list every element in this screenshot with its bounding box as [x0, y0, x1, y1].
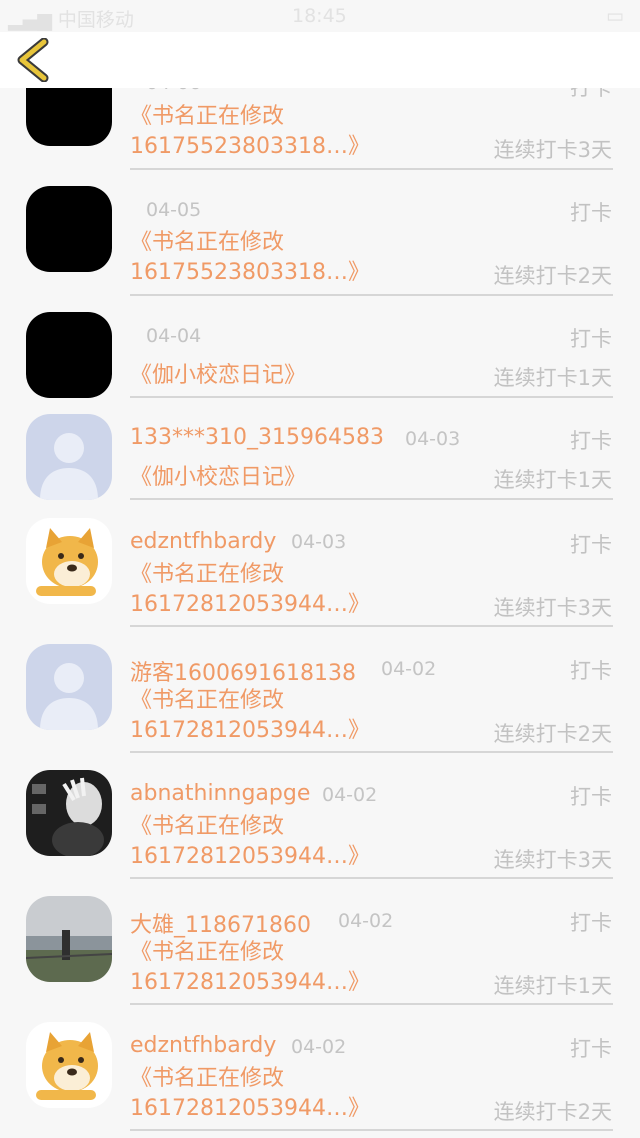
checkin-list: 04-06 打卡 《书名正在修改1617552380331​8…》 连续打卡3天…	[0, 0, 640, 1138]
streak-text: 连续打卡3天	[493, 848, 612, 872]
divider	[130, 168, 613, 170]
back-button[interactable]	[14, 37, 54, 83]
avatar[interactable]	[26, 644, 112, 730]
default-avatar-icon	[40, 663, 98, 730]
avatar[interactable]	[26, 770, 112, 856]
checkin-label: 打卡	[570, 533, 612, 557]
checkin-label: 打卡	[570, 429, 612, 453]
checkin-label: 打卡	[570, 911, 612, 935]
clock: 18:45	[292, 5, 347, 27]
streak-text: 连续打卡1天	[493, 468, 612, 492]
chevron-left-icon	[17, 37, 49, 83]
nav-bar	[0, 32, 640, 88]
streak-text: 连续打卡2天	[493, 1100, 612, 1124]
user-name[interactable]: edzntfhbardy	[130, 1033, 276, 1058]
divider	[130, 751, 613, 753]
streak-text: 连续打卡1天	[493, 366, 612, 390]
avatar[interactable]	[26, 186, 112, 272]
status-bar: ▂▄▆ 中国移动 18:45 ▭	[0, 0, 640, 32]
date: 04-05	[146, 199, 202, 221]
book-title[interactable]: 《伽小校恋日记》	[130, 361, 306, 391]
user-name[interactable]: edzntfhbardy	[130, 529, 276, 554]
date: 04-02	[291, 1036, 347, 1058]
date: 04-03	[291, 531, 347, 553]
divider	[130, 625, 613, 627]
date: 04-02	[322, 784, 378, 806]
user-name[interactable]: 133***310_315964583	[130, 425, 384, 450]
book-title[interactable]: 《书名正在修改 16175523803318…》	[130, 228, 370, 288]
book-title[interactable]: 《书名正在修改 16172812053944…》	[130, 560, 370, 620]
date: 04-02	[338, 910, 394, 932]
default-avatar-icon	[40, 433, 98, 500]
user-name[interactable]: 游客1600691618138	[130, 655, 356, 687]
checkin-label: 打卡	[570, 327, 612, 351]
book-title[interactable]: 《书名正在修改 16172812053944…》	[130, 1064, 370, 1124]
battery-icon: ▭	[606, 5, 628, 27]
streak-text: 连续打卡3天	[493, 138, 612, 162]
book-title[interactable]: 《书名正在修改 16172812053944…》	[130, 812, 370, 872]
carrier-info: ▂▄▆ 中国移动	[8, 5, 134, 32]
avatar[interactable]	[26, 1022, 112, 1108]
doge-avatar-icon	[26, 518, 112, 604]
divider	[130, 1003, 613, 1005]
checkin-label: 打卡	[570, 201, 612, 225]
divider	[130, 294, 613, 296]
avatar[interactable]	[26, 896, 112, 982]
book-title[interactable]: 《伽小校恋日记》	[130, 463, 306, 493]
divider	[130, 498, 613, 500]
divider	[130, 396, 613, 398]
checkin-label: 打卡	[570, 1037, 612, 1061]
streak-text: 连续打卡1天	[493, 974, 612, 998]
book-title[interactable]: 《书名正在修改 16172812053944…》	[130, 686, 370, 746]
streak-text: 连续打卡3天	[493, 596, 612, 620]
date: 04-04	[146, 325, 202, 347]
photo-avatar-icon	[26, 770, 112, 856]
date: 04-03	[405, 428, 461, 450]
signal-icon: ▂▄▆	[8, 9, 52, 31]
book-title[interactable]: 《书名正在修改 16172812053944…》	[130, 938, 370, 998]
divider	[130, 877, 613, 879]
checkin-label: 打卡	[570, 785, 612, 809]
book-title[interactable]: 《书名正在修改 1617552380331​8…》	[130, 102, 370, 162]
avatar[interactable]	[26, 518, 112, 604]
streak-text: 连续打卡2天	[493, 264, 612, 288]
avatar[interactable]	[26, 312, 112, 398]
date: 04-02	[381, 658, 437, 680]
user-name[interactable]: abnathinngapge	[130, 781, 310, 806]
doge-avatar-icon	[26, 1022, 112, 1108]
checkin-label: 打卡	[570, 659, 612, 683]
user-name[interactable]: 大雄_118671860	[130, 907, 311, 939]
carrier-name: 中国移动	[57, 9, 134, 31]
divider	[130, 1129, 613, 1131]
streak-text: 连续打卡2天	[493, 722, 612, 746]
avatar[interactable]	[26, 414, 112, 500]
photo-avatar-icon	[26, 896, 112, 982]
